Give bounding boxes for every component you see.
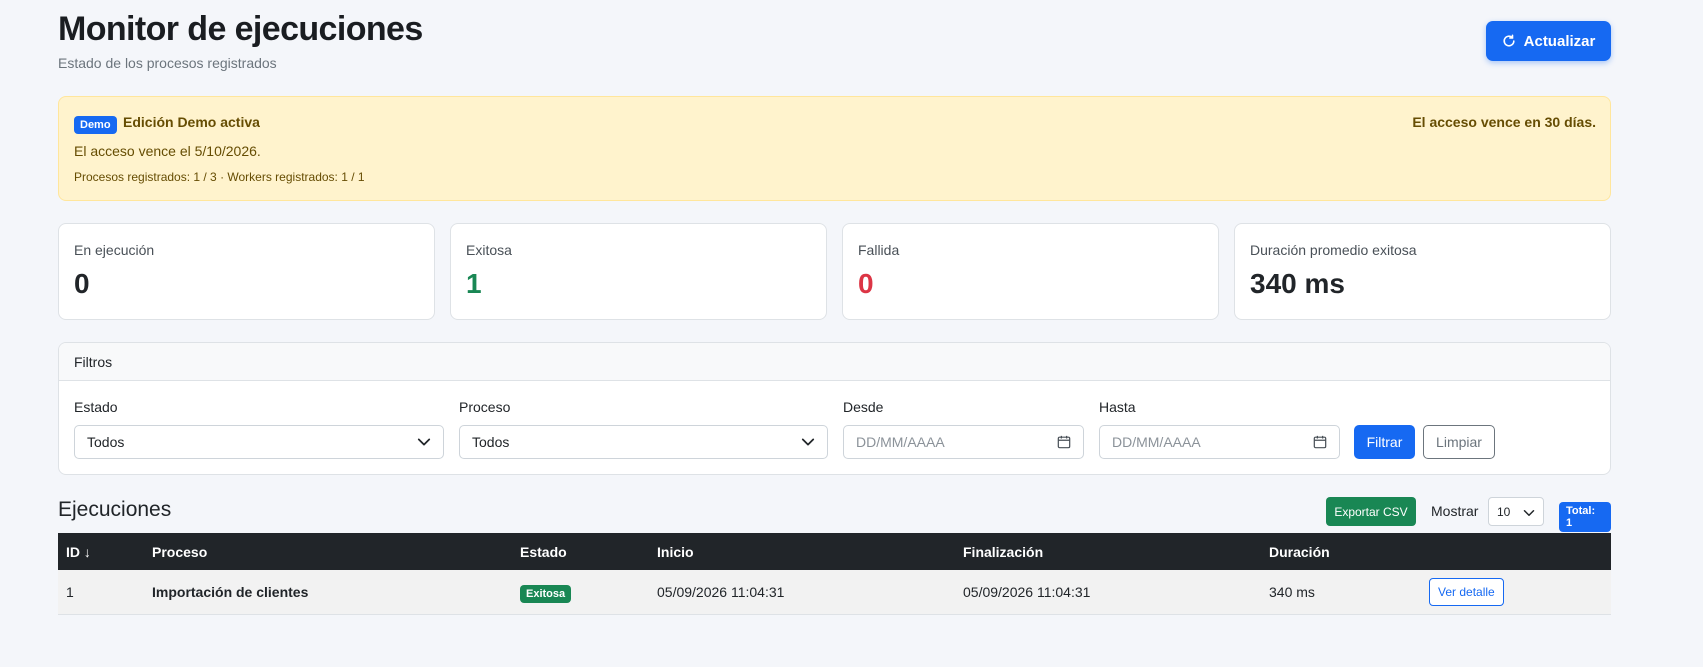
column-header-start: Inicio xyxy=(657,543,694,560)
alert-expires-on: El acceso vence el 5/10/2026. xyxy=(74,143,261,159)
cell-status: Exitosa xyxy=(512,570,649,614)
stat-value: 0 xyxy=(74,268,90,299)
stat-label: En ejecución xyxy=(74,242,155,258)
refresh-icon xyxy=(1503,34,1515,47)
hasta-date-input[interactable]: DD/MM/AAAA xyxy=(1099,425,1340,459)
alert-expires-in: El acceso vence en 30 días. xyxy=(1412,114,1596,130)
cell-actions: Ver detalle xyxy=(1421,570,1611,614)
cell-process: Importación de clientes xyxy=(152,583,309,600)
estado-label: Estado xyxy=(74,399,118,415)
status-badge: Exitosa xyxy=(520,584,572,603)
page-title: Monitor de ejecuciones xyxy=(58,10,423,48)
page-header: Monitor de ejecuciones Estado de los pro… xyxy=(58,0,1611,95)
cell-start: 05/09/2026 11:04:31 xyxy=(657,583,785,600)
chevron-down-icon xyxy=(417,438,431,446)
stat-label: Duración promedio exitosa xyxy=(1250,242,1417,258)
filter-button[interactable]: Filtrar xyxy=(1354,425,1415,459)
executions-title: Ejecuciones xyxy=(58,498,172,521)
page: Monitor de ejecuciones Estado de los pro… xyxy=(58,0,1611,614)
stat-card-failed: Fallida 0 xyxy=(842,223,1219,320)
stat-value: 1 xyxy=(466,268,482,299)
demo-alert: Demo Edición Demo activa El acceso vence… xyxy=(58,96,1611,201)
column-header-process: Proceso xyxy=(152,543,208,560)
stat-card-running: En ejecución 0 xyxy=(58,223,435,320)
estado-select-value: Todos xyxy=(87,434,125,450)
executions-table: ID ↓ Proceso Estado Inicio Finalización … xyxy=(58,533,1611,615)
stat-label: Exitosa xyxy=(466,242,512,258)
export-csv-button[interactable]: Exportar CSV xyxy=(1326,497,1416,526)
stat-card-avg-duration: Duración promedio exitosa 340 ms xyxy=(1234,223,1611,320)
table-row: 1 Importación de clientes Exitosa 05/09/… xyxy=(58,570,1611,614)
calendar-icon[interactable] xyxy=(1057,435,1071,449)
refresh-button[interactable]: Actualizar xyxy=(1486,21,1611,61)
stat-value: 340 ms xyxy=(1250,268,1345,299)
page-size-select[interactable]: 10 xyxy=(1488,497,1544,526)
calendar-icon[interactable] xyxy=(1313,435,1327,449)
estado-select[interactable]: Todos xyxy=(74,425,444,459)
desde-placeholder: DD/MM/AAAA xyxy=(856,434,945,450)
hasta-label: Hasta xyxy=(1099,399,1136,415)
refresh-button-label: Actualizar xyxy=(1523,32,1596,50)
hasta-placeholder: DD/MM/AAAA xyxy=(1112,434,1201,450)
desde-label: Desde xyxy=(843,399,884,415)
column-header-status: Estado xyxy=(520,543,567,560)
stat-label: Fallida xyxy=(858,242,900,258)
filters-heading: Filtros xyxy=(59,343,1610,381)
desde-date-input[interactable]: DD/MM/AAAA xyxy=(843,425,1084,459)
column-header-actions xyxy=(1421,533,1611,570)
cell-duration: 340 ms xyxy=(1269,583,1315,600)
column-header-id[interactable]: ID ↓ xyxy=(58,533,144,570)
total-badge: Total: 1 xyxy=(1559,502,1611,532)
clear-button[interactable]: Limpiar xyxy=(1423,425,1495,459)
column-header-end: Finalización xyxy=(963,543,1044,560)
demo-badge: Demo xyxy=(74,116,117,134)
page-subtitle: Estado de los procesos registrados xyxy=(58,55,277,71)
chevron-down-icon xyxy=(801,438,815,446)
view-detail-button[interactable]: Ver detalle xyxy=(1429,577,1504,606)
page-size-value: 10 xyxy=(1497,505,1511,519)
cell-id: 1 xyxy=(66,583,74,600)
cell-end: 05/09/2026 11:04:31 xyxy=(963,583,1091,600)
stat-card-success: Exitosa 1 xyxy=(450,223,827,320)
table-header-row: ID ↓ Proceso Estado Inicio Finalización … xyxy=(58,533,1611,570)
proceso-select[interactable]: Todos xyxy=(459,425,828,459)
proceso-select-value: Todos xyxy=(472,434,510,450)
column-header-duration: Duración xyxy=(1269,543,1330,560)
alert-usage: Procesos registrados: 1 / 3 · Workers re… xyxy=(74,170,365,184)
alert-title: Edición Demo activa xyxy=(123,114,260,130)
chevron-down-icon xyxy=(1523,510,1535,516)
show-label: Mostrar xyxy=(1431,503,1479,519)
stat-value: 0 xyxy=(858,268,874,299)
filters-card: Filtros Estado Todos Proceso Todos Desde… xyxy=(58,342,1611,475)
proceso-label: Proceso xyxy=(459,399,511,415)
